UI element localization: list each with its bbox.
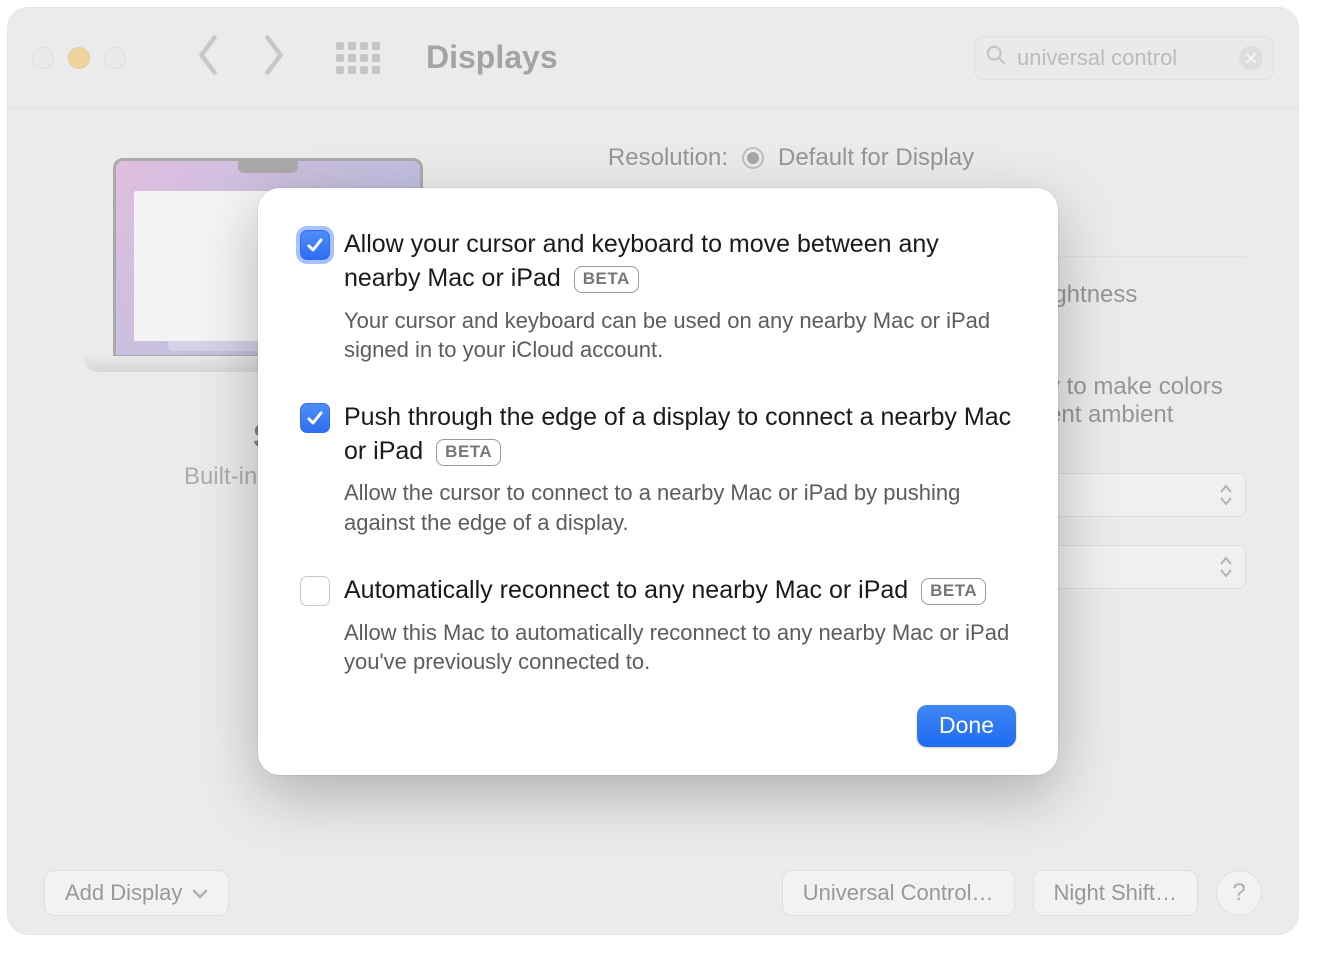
truetone-text-1: y to make colors [1048, 373, 1246, 401]
resolution-default-radio[interactable] [742, 147, 764, 169]
back-button[interactable] [194, 33, 222, 82]
show-all-icon[interactable] [336, 42, 380, 74]
brightness-label-fragment: ightness [1048, 281, 1246, 309]
night-shift-button[interactable]: Night Shift… [1033, 870, 1199, 916]
forward-button[interactable] [260, 33, 288, 82]
close-window-button[interactable] [32, 47, 54, 69]
zoom-window-button[interactable] [104, 47, 126, 69]
uc-option-1-checkbox[interactable] [300, 403, 330, 433]
add-display-label: Add Display [65, 880, 182, 906]
resolution-value: Default for Display [778, 144, 974, 172]
done-button[interactable]: Done [917, 705, 1016, 747]
chevron-down-icon [192, 880, 208, 906]
uc-option-2-title: Automatically reconnect to any nearby Ma… [344, 574, 1016, 608]
add-display-button[interactable]: Add Display [44, 870, 229, 916]
beta-badge: BETA [921, 578, 986, 605]
stepper-icon [1219, 484, 1233, 506]
minimize-window-button[interactable] [68, 47, 90, 69]
page-title: Displays [426, 39, 558, 76]
stepper-icon [1219, 556, 1233, 578]
uc-option-0-desc: Your cursor and keyboard can be used on … [344, 306, 1016, 365]
uc-option-2-desc: Allow this Mac to automatically reconnec… [344, 618, 1016, 677]
uc-option-0-title: Allow your cursor and keyboard to move b… [344, 228, 1016, 296]
resolution-label: Resolution: [548, 144, 728, 172]
clear-search-button[interactable] [1239, 46, 1263, 70]
uc-option-0: Allow your cursor and keyboard to move b… [300, 228, 1016, 365]
help-button[interactable]: ? [1216, 870, 1262, 916]
universal-control-modal: Allow your cursor and keyboard to move b… [258, 188, 1058, 775]
nav-arrows [194, 33, 288, 82]
search-input[interactable]: universal control [974, 36, 1274, 80]
uc-option-1: Push through the edge of a display to co… [300, 401, 1016, 538]
footer: Add Display Universal Control… Night Shi… [8, 852, 1298, 934]
truetone-text-2: ent ambient [1048, 401, 1246, 429]
beta-badge: BETA [574, 266, 639, 293]
uc-option-0-checkbox[interactable] [300, 230, 330, 260]
search-text: universal control [1017, 45, 1229, 71]
uc-option-2-checkbox[interactable] [300, 576, 330, 606]
system-preferences-window: Displays universal control Si Bu [8, 8, 1298, 934]
uc-option-1-desc: Allow the cursor to connect to a nearby … [344, 478, 1016, 537]
window-controls [32, 47, 126, 69]
toolbar: Displays universal control [8, 8, 1298, 108]
universal-control-button[interactable]: Universal Control… [782, 870, 1015, 916]
uc-option-1-title: Push through the edge of a display to co… [344, 401, 1016, 469]
uc-option-2: Automatically reconnect to any nearby Ma… [300, 574, 1016, 677]
search-icon [985, 44, 1007, 72]
beta-badge: BETA [436, 439, 501, 466]
